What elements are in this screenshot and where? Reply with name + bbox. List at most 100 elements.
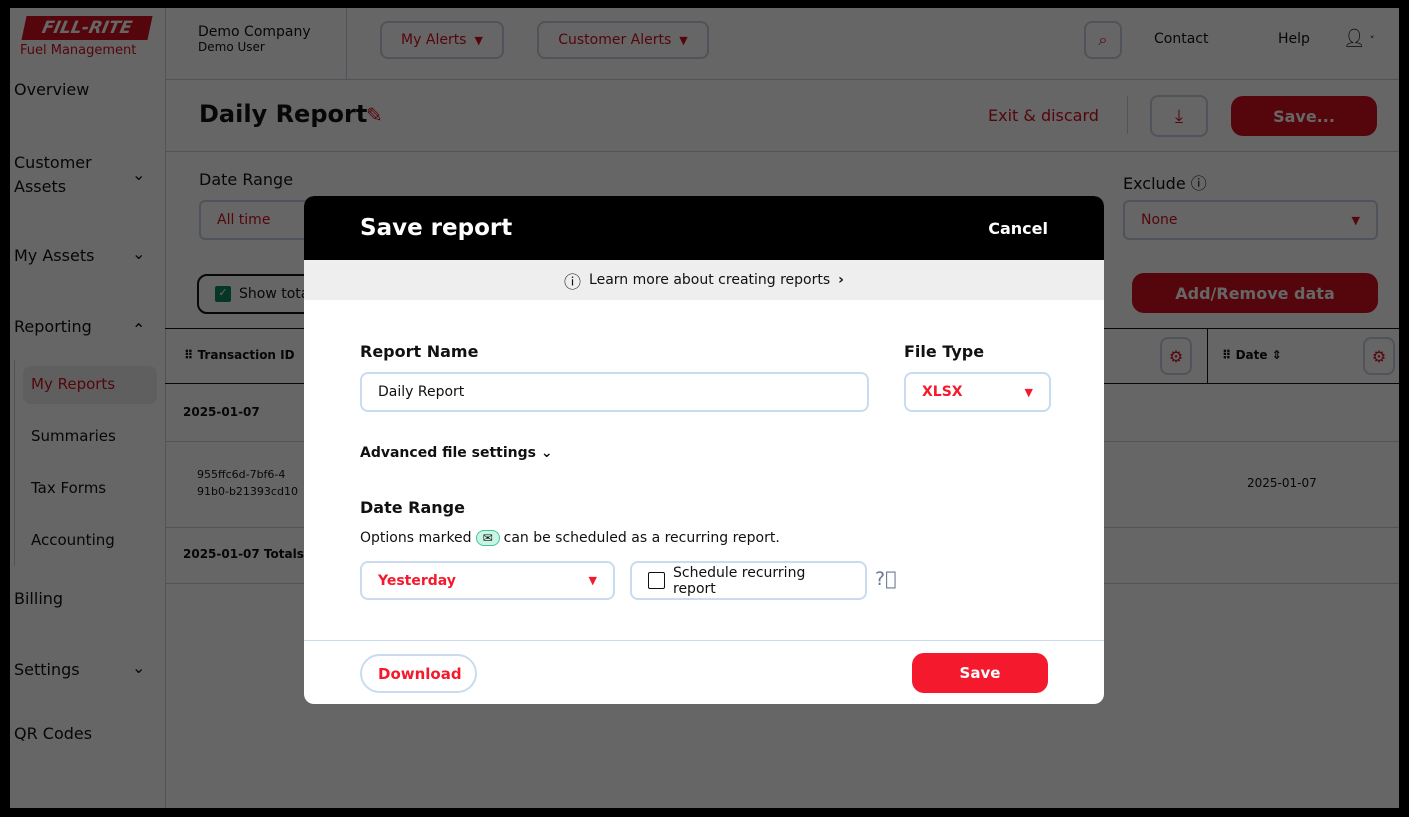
sort-icon[interactable]: ⇕ (1272, 348, 1282, 362)
modal-save-button[interactable]: Save (912, 653, 1048, 693)
sidebar-item-tax-forms[interactable]: Tax Forms (31, 479, 106, 497)
column-settings-button[interactable]: ⚙ (1363, 337, 1395, 375)
customer-alerts-button[interactable]: Customer Alerts ▼ (537, 21, 709, 59)
chevron-down-icon[interactable]: ⌄ (132, 658, 145, 677)
user-menu[interactable]: 👤︎ ˅ (1343, 28, 1375, 49)
sidebar-item-overview[interactable]: Overview (14, 80, 89, 99)
column-date[interactable]: ⠿ Date ⇕ (1222, 348, 1282, 362)
my-alerts-button[interactable]: My Alerts ▼ (380, 21, 504, 59)
search-button[interactable]: ⌕ (1084, 21, 1122, 59)
download-button[interactable]: ⤓ (1150, 95, 1208, 137)
note-post: can be scheduled as a recurring report. (503, 530, 780, 546)
column-transaction-id[interactable]: ⠿ Transaction ID (184, 348, 295, 362)
gear-icon: ⚙ (1168, 346, 1184, 366)
divider (165, 151, 1399, 152)
checkbox-checked-icon: ✓ (215, 286, 231, 302)
help-icon[interactable]: ⓘ (1191, 174, 1207, 193)
table-row[interactable]: 955ffc6d-7bf6-4 91b0-b21393cd10 (197, 466, 298, 500)
header-bottom (165, 79, 1399, 80)
row-date: 2025-01-07 (1247, 476, 1317, 490)
file-type-label: File Type (904, 342, 985, 361)
chevron-down-icon: ▼ (1024, 385, 1033, 399)
logo-text: FILL-RITE (21, 16, 153, 40)
sidebar-item-my-reports[interactable]: My Reports (23, 366, 157, 404)
advanced-label: Advanced file settings (360, 445, 536, 461)
help-link[interactable]: Help (1278, 31, 1310, 47)
contact-link[interactable]: Contact (1154, 31, 1208, 47)
report-name-label: Report Name (360, 342, 479, 361)
chevron-down-icon: ▼ (679, 33, 688, 47)
search-icon: ⌕ (1098, 30, 1108, 49)
drag-handle-icon[interactable]: ⠿ (1222, 348, 1236, 362)
save-report-modal: Save report Cancel ⓘ Learn more about cr… (304, 196, 1104, 704)
customer-alerts-label: Customer Alerts (558, 32, 672, 48)
my-reports-label: My Reports (31, 375, 116, 393)
footer-divider (304, 640, 1104, 641)
sidebar-item-accounting[interactable]: Accounting (31, 531, 115, 549)
user-icon: 👤︎ (1343, 28, 1366, 49)
company-info: Demo Company Demo User (198, 24, 311, 54)
download-button[interactable]: Download (360, 654, 477, 693)
date-range-label: Date Range (199, 170, 294, 189)
checkbox-icon (648, 572, 665, 589)
chevron-down-icon: ▼ (588, 574, 597, 587)
exclude-value: None (1141, 212, 1178, 228)
sidebar-item-billing[interactable]: Billing (14, 589, 63, 608)
chevron-down-icon: ⌄ (540, 445, 553, 461)
chevron-down-icon[interactable]: ⌄ (132, 244, 145, 263)
save-button[interactable]: Save... (1231, 96, 1377, 136)
fill-rite-logo[interactable]: FILL-RITE Fuel Management (18, 16, 154, 72)
advanced-settings-toggle[interactable]: Advanced file settings ⌄ (360, 445, 553, 461)
group-date: 2025-01-07 (183, 405, 260, 419)
transaction-id: 955ffc6d-7bf6-4 (197, 468, 286, 481)
note-pre: Options marked (360, 530, 472, 546)
scheduled-email-icon: ✉ (475, 530, 500, 546)
column-divider (1207, 328, 1208, 383)
cancel-button[interactable]: Cancel (988, 219, 1048, 238)
modal-title: Save report (360, 215, 513, 241)
chevron-up-icon[interactable]: ⌃ (132, 320, 145, 339)
sidebar-item-my-assets[interactable]: My Assets (14, 246, 94, 265)
download-icon: ⤓ (1175, 105, 1183, 127)
file-type-value: XLSX (922, 384, 963, 400)
chevron-right-icon: › (838, 272, 844, 288)
drag-handle-icon[interactable]: ⠿ (184, 348, 198, 362)
learn-more-link[interactable]: ⓘ Learn more about creating reports › (304, 260, 1104, 300)
edit-icon[interactable]: ✎ (366, 103, 383, 127)
company-name: Demo Company (198, 24, 311, 40)
sidebar-item-summaries[interactable]: Summaries (31, 427, 116, 445)
file-type-select[interactable]: XLSX ▼ (904, 372, 1051, 412)
sidebar-item-customer-assets[interactable]: Customer Assets (14, 151, 94, 199)
sidebar-item-reporting[interactable]: Reporting (14, 317, 92, 336)
schedule-recurring-checkbox[interactable]: Schedule recurring report (630, 561, 867, 600)
add-remove-data-button[interactable]: Add/Remove data (1132, 273, 1378, 313)
date-range-select[interactable]: All time (199, 200, 309, 240)
learn-more-label: Learn more about creating reports (589, 272, 831, 288)
chevron-down-icon: ˅ (1365, 34, 1375, 47)
header-divider (346, 8, 347, 79)
date-range-value: Yesterday (378, 572, 456, 589)
report-name-input[interactable]: Daily Report (360, 372, 869, 412)
page-title: Daily Report (199, 100, 368, 128)
exclude-select[interactable]: None ▼ (1123, 200, 1378, 240)
chevron-down-icon: ▼ (474, 33, 483, 47)
modal-header: Save report Cancel (304, 196, 1104, 260)
sidebar-item-settings[interactable]: Settings (14, 660, 80, 679)
column-label: Transaction ID (197, 348, 295, 362)
exclude-label: Exclude ⓘ (1123, 170, 1207, 194)
column-settings-button[interactable]: ⚙ (1160, 337, 1192, 375)
date-range-select[interactable]: Yesterday ▼ (360, 561, 615, 600)
sidebar-divider (165, 8, 166, 808)
info-icon: ⓘ (564, 272, 582, 293)
column-label: Date (1235, 348, 1268, 362)
gear-icon: ⚙ (1371, 346, 1387, 366)
exit-discard-button[interactable]: Exit & discard (988, 106, 1099, 125)
recurring-note: Options marked ✉ can be scheduled as a r… (360, 530, 780, 546)
transaction-id-cont: 91b0-b21393cd10 (197, 485, 298, 498)
sidebar-item-qr-codes[interactable]: QR Codes (14, 724, 92, 743)
date-range-label: Date Range (360, 498, 465, 517)
my-alerts-label: My Alerts (401, 32, 467, 48)
chevron-down-icon[interactable]: ⌄ (132, 165, 145, 184)
divider (1127, 96, 1128, 134)
help-icon[interactable]: ?⃝ (875, 568, 897, 590)
